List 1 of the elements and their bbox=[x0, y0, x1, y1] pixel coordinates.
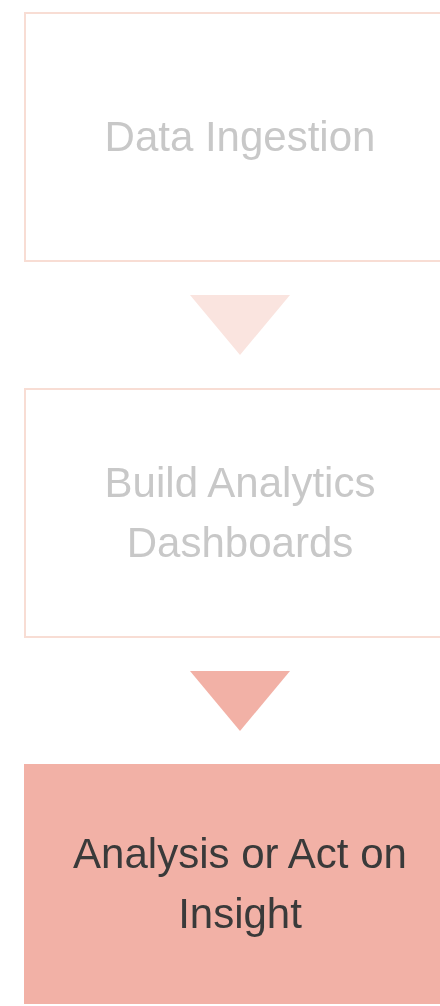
step-label: Analysis or Act on Insight bbox=[72, 829, 408, 939]
